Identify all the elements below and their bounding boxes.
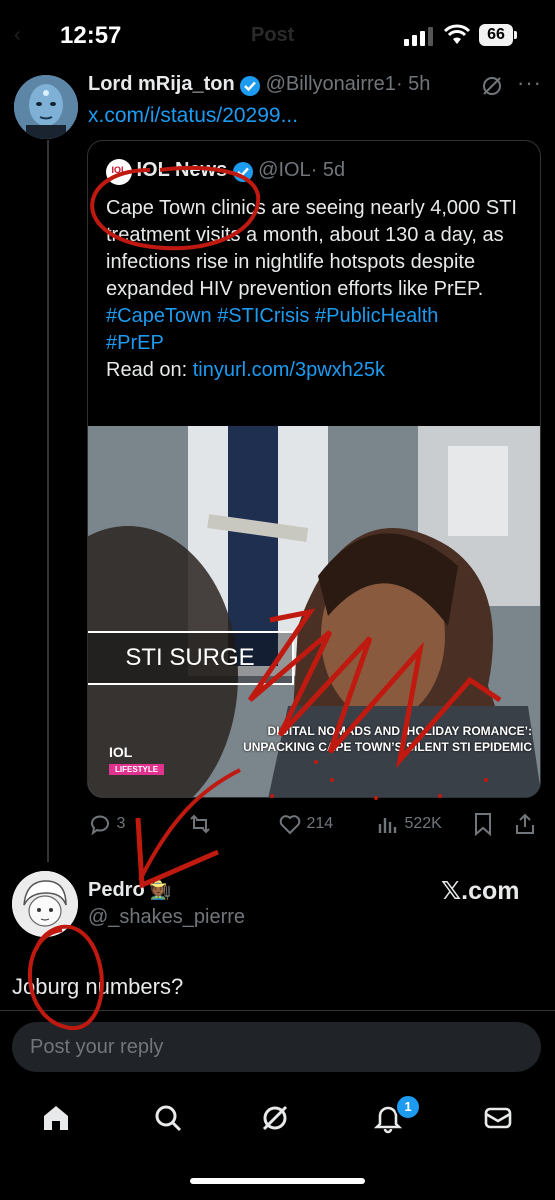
grok-icon[interactable] [481,75,503,97]
author-handle[interactable]: @Billyonairre1 [266,73,396,95]
views-button[interactable]: 522K [376,812,442,836]
avatar[interactable] [12,871,78,937]
like-count: 214 [306,815,334,833]
reply-count: 3 [116,815,126,833]
sti-surge-label: STI SURGE [88,631,294,685]
reply-header: Pedro 🧑🏾‍🌾 [88,879,172,902]
article-image[interactable]: STI SURGE DIGITAL NOMADS AND ‘HOLIDAY RO… [88,426,540,797]
hashtag[interactable]: #STICrisis [217,305,309,327]
back-chevron-faded: ‹ [14,24,21,46]
status-time: 12:57 [60,22,122,49]
repost-icon [190,814,210,834]
hashtag[interactable]: #PrEP [106,332,164,354]
quoted-post-text: Cape Town clinics are seeing nearly 4,00… [106,195,526,384]
author-name[interactable]: Lord mRija_ton [88,73,235,95]
home-indicator [190,1178,365,1184]
x-watermark: 𝕏.com [441,877,520,905]
heart-icon [279,815,301,835]
quoted-time: · 5d [310,159,346,182]
quoted-body: Cape Town clinics are seeing nearly 4,00… [106,197,517,300]
battery-tip [514,31,517,39]
home-icon[interactable] [40,1102,72,1134]
grok-icon[interactable] [259,1102,291,1134]
share-icon[interactable] [513,812,537,836]
repost-button[interactable] [188,812,212,836]
lifestyle-tag: LIFESTYLE [109,764,165,775]
reply-button[interactable]: 3 [88,812,125,836]
iol-logo: IOL [109,744,133,760]
reply-handle[interactable]: @_shakes_pierre [88,906,245,929]
reply-input[interactable]: Post your reply [12,1022,541,1072]
verified-badge-icon [232,162,253,182]
battery-indicator: 66 [479,24,513,46]
read-on-label: Read on: [106,359,188,381]
farmer-emoji: 🧑🏾‍🌾 [149,880,172,900]
reply-author-name[interactable]: Pedro [88,879,145,901]
action-bar: 3 214 522K [88,812,542,838]
reply-text: Joburg numbers? [12,974,184,999]
reply-icon [91,815,109,836]
quoted-handle: @IOL [258,159,311,182]
wifi-icon [443,24,471,44]
search-icon[interactable] [152,1102,184,1134]
messages-icon[interactable] [482,1102,514,1134]
status-link[interactable]: x.com/i/status/20299... [88,104,298,128]
avatar[interactable] [14,75,78,139]
quoted-post-card[interactable]: IOL IOL News @IOL· 5d Cape Town clinics … [87,140,541,798]
quoted-header: IOL IOL News @IOL· 5d [106,159,345,185]
verified-badge-icon [240,75,261,96]
post-time: · 5h [395,73,431,95]
divider [0,1010,555,1011]
iol-avatar: IOL [106,159,132,185]
hashtag[interactable]: #CapeTown [106,305,212,327]
quoted-author-name: IOL News [136,159,228,182]
more-options-icon[interactable]: ··· [517,70,542,96]
signal-icon [404,27,433,46]
post-header: Lord mRija_ton @Billyonairre1· 5h [88,73,430,97]
article-link[interactable]: tinyurl.com/3pwxh25k [193,359,385,381]
views-icon [378,818,397,833]
views-count: 522K [404,815,442,833]
bookmark-icon[interactable] [472,812,494,836]
article-headline: DIGITAL NOMADS AND ‘HOLIDAY ROMANCE’: UN… [243,724,532,754]
notification-badge: 1 [395,1094,421,1120]
thread-line [47,140,49,862]
avatar-watchmen-image [14,75,78,139]
hashtag[interactable]: #PublicHealth [315,305,438,327]
like-button[interactable]: 214 [278,812,333,836]
faded-page-title: Post [251,24,295,46]
bottom-tab-bar [0,1090,555,1146]
avatar-sketch-image [12,871,78,937]
